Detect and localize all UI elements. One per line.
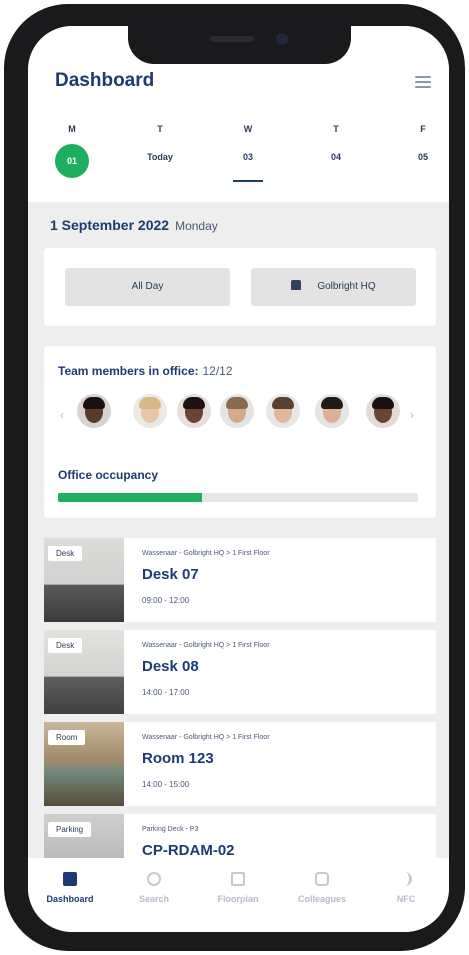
time-filter-label: All Day bbox=[131, 281, 164, 292]
booking-type-tag: Room bbox=[48, 730, 86, 745]
avatar[interactable] bbox=[77, 394, 111, 428]
booking-type-tag: Desk bbox=[48, 546, 83, 561]
booking-name: Desk 08 bbox=[142, 658, 199, 675]
avatar[interactable] bbox=[177, 394, 211, 428]
tab-colleagues[interactable]: Colleagues bbox=[280, 872, 364, 904]
day-name: W bbox=[243, 124, 253, 134]
booking-type-tag: Desk bbox=[48, 638, 83, 653]
chevron-left-icon[interactable]: ‹ bbox=[60, 408, 64, 422]
tab-label: NFC bbox=[396, 894, 416, 904]
tab-label: Floorplan bbox=[217, 894, 259, 904]
day-thursday[interactable]: T 04 bbox=[306, 124, 366, 162]
day-monday[interactable]: M 01 bbox=[42, 124, 102, 178]
booking-location: Wassenaar - Golbright HQ > 1 First Floor bbox=[142, 734, 270, 741]
booking-photo: Desk bbox=[44, 630, 124, 714]
avatar[interactable] bbox=[266, 394, 300, 428]
team-members-heading: Team members in office: 12/12 bbox=[58, 364, 233, 378]
mute-switch bbox=[4, 154, 10, 188]
booking-time: 14:00 - 15:00 bbox=[142, 780, 190, 789]
office-occupancy-label: Office occupancy bbox=[58, 468, 159, 482]
occupancy-bar-fill bbox=[58, 493, 202, 502]
location-filter-label: Golbright HQ bbox=[317, 281, 376, 292]
team-members-label: Team members in office: bbox=[58, 364, 199, 378]
tab-dashboard[interactable]: Dashboard bbox=[28, 872, 112, 904]
booking-card[interactable]: Room Wassenaar - Golbright HQ > 1 First … bbox=[44, 722, 436, 806]
tab-floorplan[interactable]: Floorplan bbox=[196, 872, 280, 904]
time-filter-button[interactable]: All Day bbox=[65, 268, 230, 306]
day-name: M bbox=[68, 124, 76, 134]
team-card: Team members in office: 12/12 ‹ › Office… bbox=[44, 346, 436, 518]
tab-label: Dashboard bbox=[46, 894, 94, 904]
day-selector: M 01 T Today W 03 T 04 F 05 bbox=[28, 124, 449, 194]
day-wednesday[interactable]: W 03 bbox=[218, 124, 278, 182]
app-screen: Dashboard M 01 T Today W 03 T 04 F 05 1 … bbox=[28, 26, 449, 932]
calendar-icon bbox=[63, 872, 77, 886]
colleagues-icon bbox=[315, 872, 329, 886]
day-number: 05 bbox=[417, 152, 428, 162]
avatar[interactable] bbox=[315, 394, 349, 428]
booking-type-tag: Parking bbox=[48, 822, 92, 837]
phone-frame: Dashboard M 01 T Today W 03 T 04 F 05 1 … bbox=[4, 4, 465, 951]
volume-up-button bbox=[4, 226, 10, 288]
date-full: 1 September 2022 bbox=[50, 217, 170, 233]
day-name: T bbox=[157, 124, 163, 134]
booking-name: Desk 07 bbox=[142, 566, 199, 583]
booking-photo: Desk bbox=[44, 538, 124, 622]
booking-card[interactable]: Desk Wassenaar - Golbright HQ > 1 First … bbox=[44, 630, 436, 714]
location-filter-button[interactable]: Golbright HQ bbox=[251, 268, 416, 306]
booking-photo: Room bbox=[44, 722, 124, 806]
filter-card: All Day Golbright HQ bbox=[44, 248, 436, 326]
date-weekday: Monday bbox=[175, 219, 218, 233]
booking-name: CP-RDAM-02 bbox=[142, 842, 235, 859]
avatar[interactable] bbox=[220, 394, 254, 428]
avatar[interactable] bbox=[366, 394, 400, 428]
booking-card[interactable]: Desk Wassenaar - Golbright HQ > 1 First … bbox=[44, 538, 436, 622]
day-friday[interactable]: F 05 bbox=[393, 124, 449, 162]
day-underline bbox=[233, 180, 263, 182]
hamburger-menu-icon[interactable] bbox=[415, 76, 431, 88]
day-number: Today bbox=[147, 152, 173, 162]
search-icon bbox=[147, 872, 161, 886]
tab-label: Colleagues bbox=[297, 894, 346, 904]
notch bbox=[128, 26, 351, 64]
booking-time: 09:00 - 12:00 bbox=[142, 596, 190, 605]
day-number: 03 bbox=[242, 152, 253, 162]
chevron-right-icon[interactable]: › bbox=[410, 408, 414, 422]
nfc-icon bbox=[401, 872, 412, 886]
day-number-selected: 01 bbox=[55, 144, 89, 178]
selected-date: 1 September 2022 Monday bbox=[50, 217, 218, 233]
occupancy-bar bbox=[58, 493, 418, 502]
booking-name: Room 123 bbox=[142, 750, 214, 767]
booking-time: 14:00 - 17:00 bbox=[142, 688, 190, 697]
booking-location: Wassenaar - Golbright HQ > 1 First Floor bbox=[142, 642, 270, 649]
day-number: 04 bbox=[330, 152, 341, 162]
bottom-tab-bar: Dashboard Search Floorplan Colleagues NF… bbox=[28, 858, 449, 932]
tab-search[interactable]: Search bbox=[112, 872, 196, 904]
page-title: Dashboard bbox=[55, 70, 155, 91]
tab-nfc[interactable]: NFC bbox=[364, 872, 448, 904]
tab-label: Search bbox=[138, 894, 170, 904]
building-icon bbox=[291, 280, 302, 290]
volume-down-button bbox=[4, 302, 10, 364]
day-name: T bbox=[333, 124, 339, 134]
avatar[interactable] bbox=[133, 394, 167, 428]
day-tuesday[interactable]: T Today bbox=[130, 124, 190, 162]
booking-location: Wassenaar - Golbright HQ > 1 First Floor bbox=[142, 550, 270, 557]
booking-location: Parking Deck - P3 bbox=[142, 826, 199, 833]
floorplan-icon bbox=[231, 872, 245, 886]
team-members-count: 12/12 bbox=[202, 364, 233, 378]
day-name: F bbox=[420, 124, 426, 134]
